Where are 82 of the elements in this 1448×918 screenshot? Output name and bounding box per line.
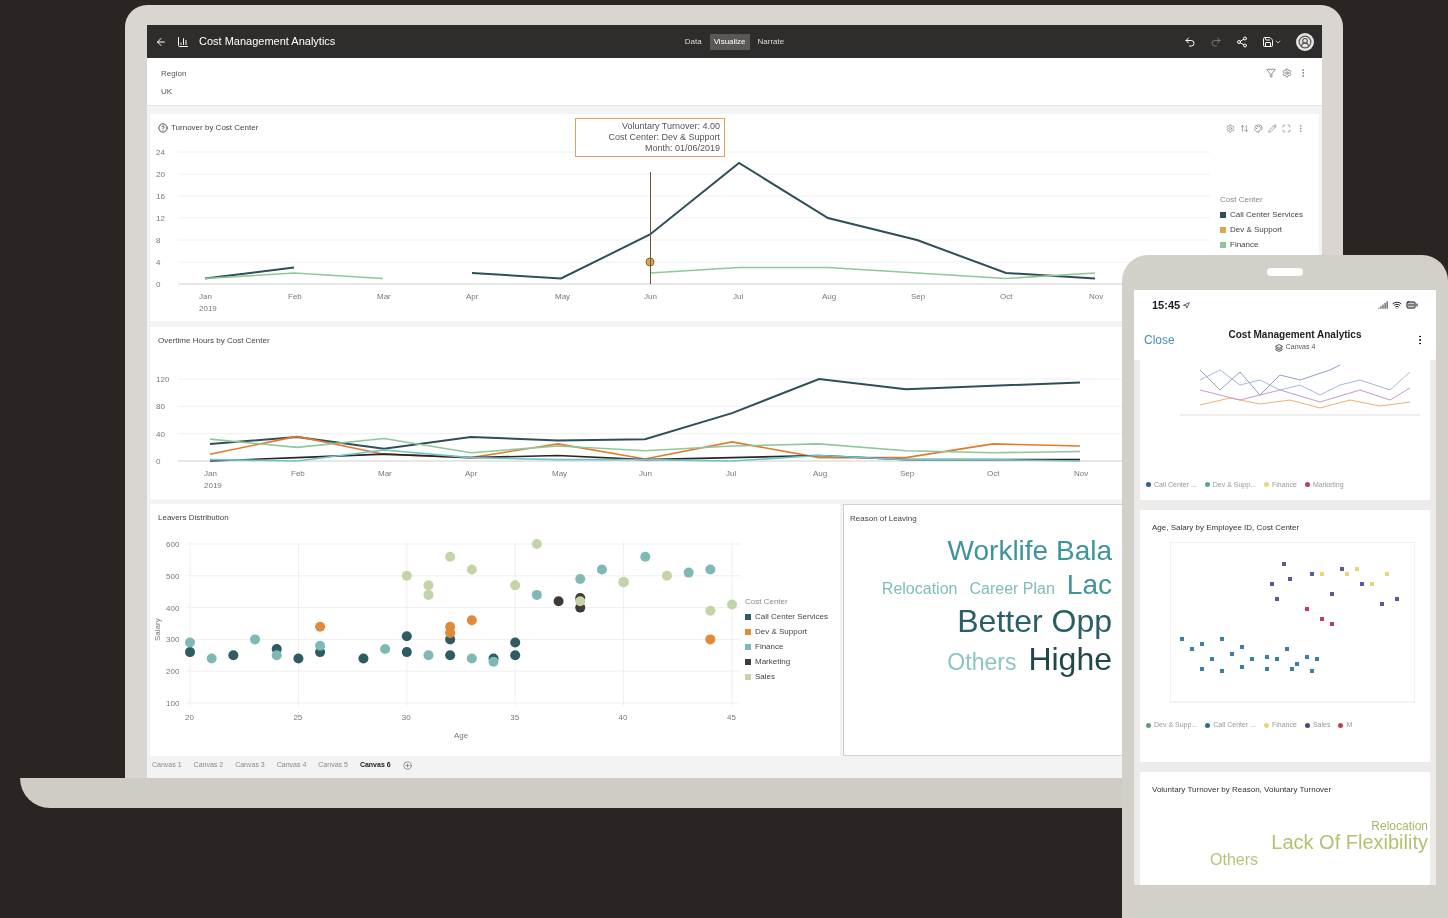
axis-tick-label: 35: [510, 713, 520, 722]
axis-year-label: 2019: [204, 481, 222, 490]
tooltip-line: Cost Center: Dev & Support: [608, 132, 720, 143]
tooltip-line: Month: 01/06/2019: [644, 143, 720, 154]
axis-tick-label: 20: [156, 170, 165, 179]
card-title: Age, Salary by Employee ID, Cost Center: [1151, 522, 1301, 534]
axis-tick-label: 200: [166, 667, 180, 677]
axis-tick-label: Oct: [1000, 292, 1013, 301]
legend-label: Sales: [755, 671, 775, 683]
axis-tick-label: Oct: [987, 469, 1000, 478]
axis-tick-label: 600: [166, 540, 180, 549]
legend-label: Finance: [755, 641, 784, 653]
axis-tick-label: 0: [156, 280, 161, 289]
legend-label: Call Center Services: [755, 611, 828, 623]
legend-label: Dev & Support: [755, 626, 808, 638]
word-cloud-word: Highe: [1028, 643, 1112, 675]
axis-tick-label: 20: [185, 713, 194, 722]
card-title: Voluntary Turnover by Reason, Voluntary Turnover: [1151, 784, 1333, 796]
axis-tick-label: 16: [156, 192, 165, 201]
word-cloud-word: Better Opp: [957, 605, 1112, 637]
axis-tick-label: 24: [156, 148, 165, 157]
axis-tick-label: 12: [156, 214, 165, 223]
axis-tick-label: May: [552, 469, 568, 478]
axis-year-label: 2019: [199, 304, 217, 313]
axis-tick-label: Jun: [639, 469, 652, 478]
axis-tick-label: 8: [156, 236, 161, 245]
axis-tick-label: Feb: [288, 292, 302, 301]
axis-tick-label: Sep: [911, 292, 926, 301]
filter-label: Region: [161, 68, 187, 80]
axis-tick-label: 100: [166, 699, 180, 708]
axis-tick-label: Nov: [1089, 292, 1104, 301]
word-cloud-word: Lack Of Flexibility: [1271, 832, 1428, 852]
axis-tick-label: Mar: [378, 469, 392, 478]
axis-tick-label: May: [555, 292, 571, 301]
word-cloud-word: Others: [1210, 852, 1258, 868]
chart-title: Leavers Distribution: [158, 512, 229, 524]
app-title: Cost Management Analytics: [199, 34, 336, 50]
axis-tick-label: Jul: [726, 469, 737, 478]
axis-tick-label: 45: [727, 713, 736, 722]
legend-label: Marketing: [755, 656, 791, 668]
word-cloud-word: Relocation: [1371, 820, 1428, 832]
word-cloud-word: Others: [947, 651, 1017, 674]
axis-title: Age: [454, 731, 469, 740]
axis-tick-label: Sep: [900, 469, 915, 478]
axis-tick-label: 4: [156, 258, 161, 267]
word-cloud-word: Relocation: [881, 581, 958, 597]
status-time: 15:45: [1152, 297, 1181, 313]
axis-tick-label: Jan: [199, 292, 212, 301]
axis-tick-label: Jan: [204, 469, 217, 478]
axis-tick-label: Mar: [377, 292, 391, 301]
word-cloud-word: Worklife Bala: [947, 537, 1112, 565]
legend-title: Cost Center: [1220, 194, 1264, 206]
axis-tick-label: Aug: [822, 292, 837, 301]
chart-title: Turnover by Cost Center: [171, 122, 259, 134]
axis-title: Salary: [153, 618, 162, 641]
axis-tick-label: 500: [166, 571, 180, 581]
chart-title: Reason of Leaving: [849, 513, 918, 525]
axis-tick-label: 25: [293, 713, 303, 722]
phone-title: Cost Management Analytics: [1228, 328, 1362, 343]
axis-tick-label: 400: [166, 603, 180, 613]
axis-tick-label: Apr: [465, 469, 478, 478]
axis-tick-label: Jun: [644, 292, 657, 301]
chart-title: Overtime Hours by Cost Center: [158, 335, 270, 347]
axis-tick-label: 30: [401, 713, 411, 722]
legend-label: Call Center Services: [1230, 209, 1303, 221]
axis-tick-label: 120: [156, 375, 170, 384]
axis-tick-label: 80: [156, 402, 165, 412]
axis-tick-label: 40: [618, 713, 628, 722]
axis-tick-label: Feb: [291, 469, 305, 478]
legend-label: Dev & Support: [1230, 224, 1283, 236]
axis-tick-label: Nov: [1074, 469, 1089, 478]
axis-tick-label: 300: [166, 635, 180, 645]
axis-tick-label: 0: [156, 457, 161, 466]
axis-tick-label: Jul: [733, 292, 744, 301]
legend-title: Cost Center: [745, 596, 789, 608]
tooltip-line: Voluntary Turnover: 4.00: [621, 121, 720, 132]
word-cloud-word: Lac: [1066, 571, 1112, 599]
word-cloud-word: Career Plan: [969, 581, 1055, 597]
axis-tick-label: Apr: [466, 292, 479, 301]
legend-label: Finance: [1230, 239, 1259, 251]
axis-tick-label: 40: [156, 429, 165, 439]
axis-tick-label: Aug: [813, 469, 828, 478]
